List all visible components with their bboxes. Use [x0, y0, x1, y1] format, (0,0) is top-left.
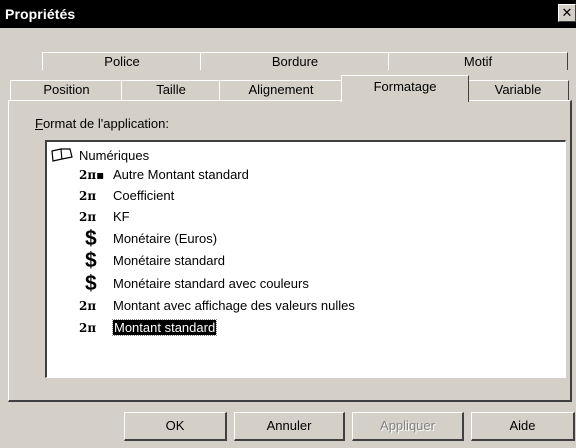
tab-label: Motif	[463, 54, 493, 69]
list-item-selected[interactable]: 2π Montant standard	[79, 317, 218, 338]
tab-police[interactable]: Police	[42, 52, 202, 70]
list-item[interactable]: $ Monétaire standard avec couleurs	[79, 271, 309, 295]
format-label: Format de l'application:	[35, 116, 170, 131]
tab-label: Position	[43, 82, 90, 97]
book-icon	[51, 148, 73, 162]
dollar-icon: $	[85, 226, 97, 250]
tab-bordure[interactable]: Bordure	[200, 52, 390, 70]
apply-button[interactable]: Appliquer	[352, 412, 464, 441]
list-item[interactable]: 2π Coefficient	[79, 185, 174, 206]
tab-taille[interactable]: Taille	[121, 80, 221, 100]
ok-button[interactable]: OK	[124, 412, 227, 441]
two-pi-icon: 2π	[79, 209, 97, 224]
format-tree-list[interactable]: Numériques 2π▪ Autre Montant standard 2π…	[45, 140, 566, 378]
tab-label: Bordure	[271, 54, 319, 69]
tab-motif[interactable]: Motif	[388, 52, 568, 70]
list-item[interactable]: $ Monétaire standard	[79, 248, 225, 272]
list-item[interactable]: 2π KF	[79, 206, 130, 227]
two-pi-icon: 2π	[79, 188, 97, 203]
help-button[interactable]: Aide	[471, 412, 575, 441]
tab-label: Variable	[494, 82, 542, 97]
tab-position[interactable]: Position	[10, 80, 123, 100]
tab-alignement[interactable]: Alignement	[219, 80, 343, 100]
tab-label: Police	[104, 54, 140, 69]
two-pi-icon: 2π▪	[79, 167, 105, 182]
two-pi-icon: 2π	[79, 320, 97, 335]
dollar-icon: $	[85, 248, 97, 272]
dollar-icon: $	[85, 271, 97, 295]
title-bar: Propriétés ✕	[0, 0, 576, 28]
tab-label: Formatage	[373, 79, 437, 94]
list-item[interactable]: $ Monétaire (Euros)	[79, 226, 217, 250]
tree-root-numeriques[interactable]: Numériques	[51, 146, 149, 164]
close-icon: ✕	[561, 6, 573, 21]
list-item[interactable]: 2π Montant avec affichage des valeurs nu…	[79, 295, 355, 316]
close-button[interactable]: ✕	[558, 4, 576, 22]
window-title: Propriétés	[5, 6, 76, 22]
list-item[interactable]: 2π▪ Autre Montant standard	[79, 164, 249, 185]
tab-variable[interactable]: Variable	[467, 80, 569, 100]
tab-label: Alignement	[248, 82, 314, 97]
tree-root-label: Numériques	[79, 147, 150, 163]
cancel-button[interactable]: Annuler	[234, 412, 345, 441]
tab-label: Taille	[156, 82, 186, 97]
tab-formatage[interactable]: Formatage	[341, 75, 469, 102]
two-pi-icon: 2π	[79, 298, 97, 313]
